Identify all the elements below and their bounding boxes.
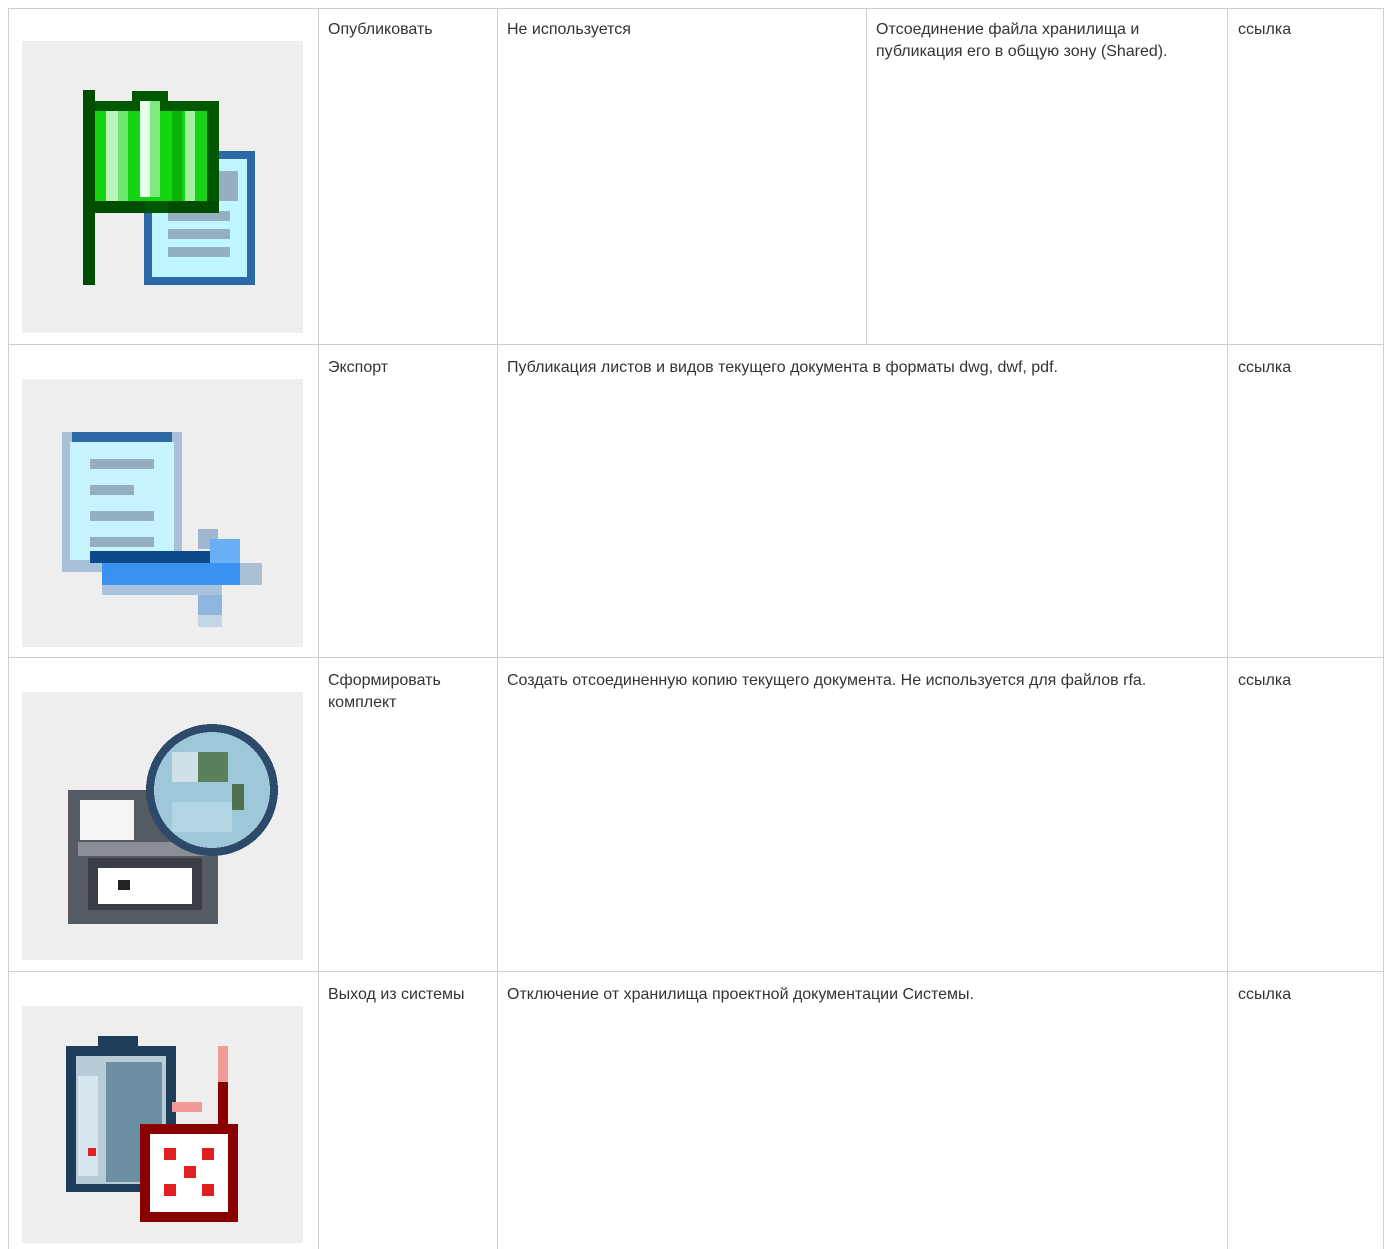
command-name-logout: Выход из системы bbox=[328, 986, 465, 1003]
create-package-icon bbox=[22, 692, 303, 960]
table-border bbox=[318, 8, 319, 1249]
table-border bbox=[866, 8, 867, 344]
command-name-create-package: Сформировать комплект bbox=[328, 672, 441, 711]
publish-link[interactable]: ссылка bbox=[1238, 19, 1291, 41]
commands-table: Опубликовать Не используется Отсоединени… bbox=[0, 0, 1385, 1249]
table-border bbox=[1383, 8, 1384, 1249]
publish-flag-icon bbox=[22, 41, 303, 333]
command-description-export: Публикация листов и видов текущего докум… bbox=[507, 359, 1058, 376]
logout-link[interactable]: ссылка bbox=[1238, 984, 1291, 1006]
table-border bbox=[8, 8, 9, 1249]
table-border bbox=[497, 8, 498, 1249]
command-name-publish: Опубликовать bbox=[328, 21, 433, 38]
command-description-logout: Отключение от хранилища проектной докуме… bbox=[507, 986, 974, 1003]
logout-icon bbox=[22, 1006, 303, 1243]
create-package-link[interactable]: ссылка bbox=[1238, 670, 1291, 692]
command-description-create-package: Создать отсоединенную копию текущего док… bbox=[507, 672, 1147, 689]
table-border bbox=[8, 971, 1384, 972]
export-link[interactable]: ссылка bbox=[1238, 357, 1291, 379]
publish-usage-note: Не используется bbox=[507, 21, 631, 38]
command-description-publish: Отсоединение файла хранилища и публикаци… bbox=[876, 21, 1168, 60]
table-border bbox=[1227, 8, 1228, 1249]
command-name-export: Экспорт bbox=[328, 359, 389, 376]
table-border bbox=[8, 344, 1384, 345]
table-border bbox=[8, 657, 1384, 658]
table-border bbox=[8, 8, 1384, 9]
export-document-icon bbox=[22, 379, 303, 647]
